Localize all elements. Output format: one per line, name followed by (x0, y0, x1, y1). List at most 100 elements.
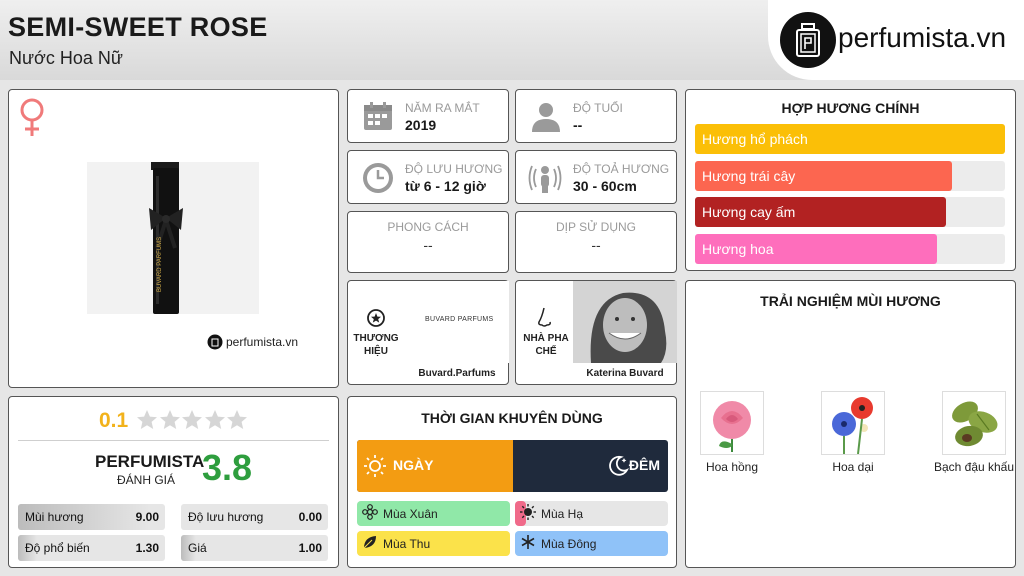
rating-label: Độ lưu hương (188, 510, 264, 524)
rating-value: 9.00 (135, 510, 159, 524)
calendar-icon (363, 101, 393, 136)
star-icon[interactable] (226, 409, 248, 436)
rating-divider (18, 440, 329, 441)
photo-watermark: perfumista.vn (207, 334, 298, 350)
day-label: NGÀY (393, 457, 434, 473)
season-fill (357, 531, 510, 556)
season-label: Mùa Xuân (383, 507, 438, 521)
cardamom-image[interactable] (942, 391, 1006, 455)
bottle-brand-text: BUVARD PARFUMS (157, 237, 163, 292)
longevity-tile: ĐỘ LƯU HƯƠNG từ 6 - 12 giờ (347, 150, 509, 204)
accord-row: Hương hoa (695, 233, 1005, 264)
style-value: -- (423, 237, 433, 253)
brand-name[interactable]: Buvard.Parfums (405, 368, 509, 379)
rating-row: Giá 1.00 (181, 535, 328, 561)
brand-logo[interactable]: BUVARD PARFUMS (405, 281, 509, 363)
perfume-title: SEMI-SWEET ROSE (8, 12, 268, 42)
logo-text: perfumista.vn (838, 22, 1007, 53)
rating-row: Độ lưu hương 0.00 (181, 504, 328, 530)
sillage-label: ĐỘ TOẢ HƯƠNG (573, 162, 670, 176)
longevity-value: từ 6 - 12 giờ (405, 178, 486, 194)
season-row: Mùa Xuân (357, 501, 510, 526)
star-circle-icon (367, 309, 385, 332)
occasion-tile: DỊP SỬ DỤNG -- (515, 211, 677, 273)
perfume-subtitle: Nước Hoa Nữ (9, 48, 123, 68)
page-header: SEMI-SWEET ROSE Nước Hoa Nữ perfumista.v… (0, 0, 1024, 80)
leaf-icon (362, 534, 378, 553)
rating-value: 0.00 (298, 510, 322, 524)
style-tile: PHONG CÁCH -- (347, 211, 509, 273)
notes-title: TRẢI NGHIỆM MÙI HƯƠNG (760, 293, 941, 309)
recommended-time-card: THỜI GIAN KHUYÊN DÙNG NGÀY ĐÊM Mùa Xuân M… (347, 396, 677, 568)
clock-icon (362, 162, 394, 199)
note-label-wildflowers: Hoa dại (832, 460, 874, 474)
brand-label: THƯƠNG HIỆU (353, 333, 399, 357)
star-icon[interactable] (181, 409, 203, 436)
rating-value: 1.00 (298, 541, 322, 555)
nose-icon (536, 307, 554, 334)
rating-label: Giá (188, 541, 207, 555)
user-score: 0.1 (99, 409, 129, 432)
season-row: Mùa Đông (515, 531, 668, 556)
style-label: PHONG CÁCH (387, 220, 469, 234)
star-icon[interactable] (136, 409, 158, 436)
time-title: THỜI GIAN KHUYÊN DÙNG (421, 410, 603, 426)
moon-icon (607, 455, 630, 482)
sillage-value: 30 - 60cm (573, 178, 637, 194)
perfumer-tile[interactable]: NHÀ PHA CHẾ Katerina Buvard (515, 280, 677, 385)
season-row: Mùa Hạ (515, 501, 668, 526)
perfumer-label: NHÀ PHA CHẾ (523, 333, 569, 357)
season-label: Mùa Hạ (541, 507, 584, 521)
accord-row: Hương trái cây (695, 160, 1005, 191)
accord-row: Hương cay ấm (695, 197, 1005, 227)
star-icon[interactable] (159, 409, 181, 436)
sillage-person-icon (528, 161, 562, 200)
site-logo[interactable]: perfumista.vn (768, 0, 1024, 80)
perfumista-label: PERFUMISTA (95, 452, 205, 471)
brand-logo-text: BUVARD PARFUMS (425, 316, 494, 323)
product-photo: BUVARD PARFUMS (87, 162, 259, 314)
perfumista-score: 3.8 (202, 447, 253, 488)
star-icon[interactable] (204, 409, 226, 436)
release-year-tile: NĂM RA MẮT 2019 (347, 89, 509, 143)
occasion-label: DỊP SỬ DỤNG (555, 220, 637, 234)
accord-label: Hương cay ấm (702, 204, 796, 220)
perfumer-photo[interactable] (573, 281, 677, 363)
accord-label: Hương trái cây (702, 167, 796, 184)
night-label: ĐÊM (628, 457, 660, 473)
season-label: Mùa Đông (541, 537, 597, 551)
rating-row: Độ phổ biến 1.30 (18, 535, 165, 561)
watermark-logo-icon (207, 334, 223, 350)
snowflake-icon (520, 534, 536, 553)
rating-label: Độ phổ biến (25, 541, 90, 555)
watermark-text: perfumista.vn (226, 335, 299, 349)
perfumer-name[interactable]: Katerina Buvard (573, 368, 677, 379)
ratings-card: 0.1 PERFUMISTA ĐÁNH GIÁ 3.8 Mùi hương 9.0… (8, 396, 339, 568)
rose-image[interactable] (700, 391, 764, 455)
longevity-label: ĐỘ LƯU HƯƠNG (405, 162, 503, 176)
release-value: 2019 (405, 117, 437, 133)
brand-tile[interactable]: THƯƠNG HIỆU BUVARD PARFUMS Buvard.Parfum… (347, 280, 509, 385)
wildflowers-image[interactable] (821, 391, 885, 455)
accord-label: Hương hổ phách (702, 131, 808, 147)
age-tile: ĐỘ TUỔI -- (515, 89, 677, 143)
note-label-rose: Hoa hồng (705, 460, 759, 474)
rating-sub-label: ĐÁNH GIÁ (117, 473, 176, 487)
accords-title: HỢP HƯƠNG CHÍNH (781, 100, 920, 116)
rating-row: Mùi hương 9.00 (18, 504, 165, 530)
sun-icon (520, 504, 536, 523)
accord-label: Hương hoa (702, 240, 774, 257)
release-label: NĂM RA MẮT (405, 101, 480, 115)
main-accords-card: HỢP HƯƠNG CHÍNH Hương hổ phách Hương trái… (685, 89, 1016, 271)
venus-icon (17, 96, 47, 143)
sun-icon (364, 455, 386, 482)
person-icon (530, 100, 562, 137)
age-label: ĐỘ TUỔI (573, 101, 623, 115)
fragrance-notes-card: TRẢI NGHIỆM MÙI HƯƠNG Hoa hồng Hoa dại B… (685, 280, 1016, 568)
rating-value: 1.30 (135, 541, 159, 555)
day-night-bar: NGÀY ĐÊM (357, 440, 668, 492)
rating-label: Mùi hương (25, 510, 84, 524)
season-label: Mùa Thu (383, 537, 431, 551)
note-label-cardamom: Bạch đậu khấu (933, 460, 1015, 474)
logo-bottle-icon (780, 12, 836, 68)
